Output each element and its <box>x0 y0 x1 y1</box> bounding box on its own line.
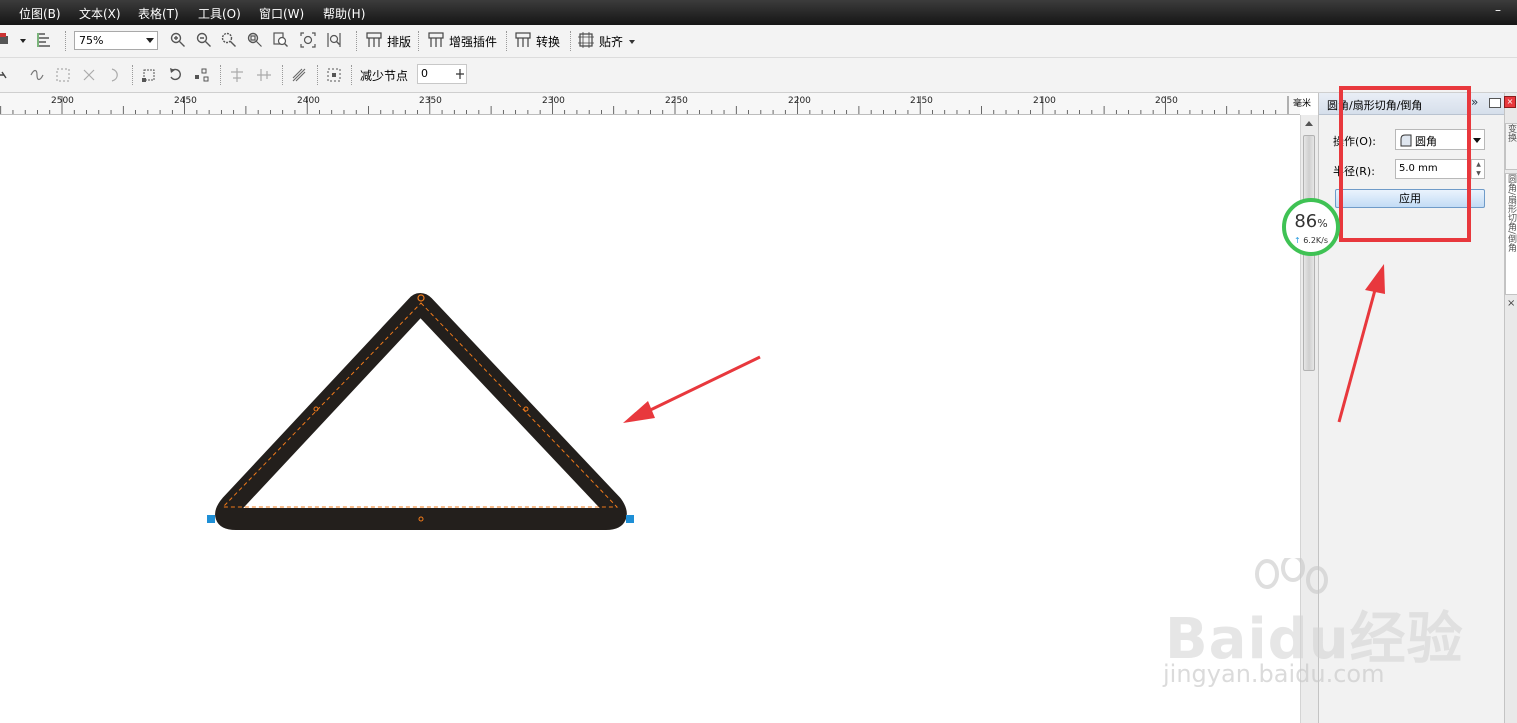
ruler-unit: 毫米 <box>1293 99 1312 109</box>
ruler-label: 2500 <box>51 96 74 106</box>
align-icon[interactable] <box>37 32 53 48</box>
speed-percent-sign: % <box>1317 217 1328 230</box>
menu-text[interactable]: 文本(X) <box>79 5 121 22</box>
speed-percent: 86% <box>1286 211 1336 232</box>
toolbar-separator <box>317 65 319 85</box>
align-nodes-horizontal-icon[interactable] <box>229 67 245 83</box>
select-all-nodes-icon[interactable] <box>326 67 342 83</box>
menu-help[interactable]: 帮助(H) <box>323 5 365 22</box>
chevron-down-icon <box>1473 138 1481 143</box>
snap-icon[interactable] <box>578 32 594 48</box>
reduce-nodes-label: 减少节点 <box>360 69 409 83</box>
ruler-label: 2450 <box>174 96 197 106</box>
radius-stepper[interactable]: ▲ ▼ <box>1471 160 1485 178</box>
toolbar-separator <box>570 31 572 51</box>
drawing-canvas[interactable] <box>0 115 1300 723</box>
toolbar-separator <box>220 65 222 85</box>
toolbar-separator <box>65 31 67 51</box>
layout-button[interactable]: 排版 <box>387 33 411 50</box>
ruler-label: 2050 <box>1155 96 1178 106</box>
annotation-arrow-panel <box>1337 264 1385 423</box>
zoom-all-icon[interactable] <box>247 32 263 48</box>
ruler-label: 2150 <box>910 96 933 106</box>
break-curve-icon[interactable] <box>55 67 71 83</box>
delete-segment-icon[interactable] <box>81 67 97 83</box>
rounded-triangle-shape[interactable] <box>215 293 627 530</box>
toolbar-separator <box>351 65 353 85</box>
reduce-nodes-value: 0 <box>421 67 428 80</box>
toolbar-overflow-icon[interactable] <box>628 38 644 54</box>
convert-icon[interactable] <box>515 32 531 48</box>
annotation-highlight-box <box>1339 86 1471 242</box>
print-icon[interactable] <box>0 33 12 49</box>
tab-transform[interactable]: 变换 <box>1505 123 1517 170</box>
docker-minimize-icon[interactable] <box>1489 98 1501 108</box>
chevron-down-icon <box>146 38 154 43</box>
property-bar: 减少节点 <box>0 58 1517 93</box>
convert-button[interactable]: 转换 <box>536 33 560 50</box>
align-nodes-vertical-icon[interactable] <box>256 67 272 83</box>
menu-tools[interactable]: 工具(O) <box>198 5 241 22</box>
standard-toolbar: 排版 增强插件 转换 贴齐 <box>0 25 1517 58</box>
toolbar-separator <box>132 65 134 85</box>
close-icon[interactable]: × <box>1504 96 1516 108</box>
reflect-nodes-icon[interactable] <box>291 67 307 83</box>
expand-icon[interactable]: » <box>1471 95 1478 109</box>
path-node-markers <box>313 294 529 522</box>
menu-bitmap[interactable]: 位图(B) <box>19 5 61 22</box>
join-nodes-icon[interactable] <box>29 67 45 83</box>
reduce-nodes-input[interactable]: 0 <box>417 64 467 84</box>
ruler-label: 2200 <box>788 96 811 106</box>
dropdown-arrow-icon[interactable] <box>19 35 35 51</box>
zoom-level-value: 75% <box>79 34 104 47</box>
tab-fillet[interactable]: 圆角/扇形切角/倒角 <box>1505 173 1517 295</box>
plugin-icon[interactable] <box>428 32 444 48</box>
docker-side-tabs: × 变换 圆角/扇形切角/倒角 × <box>1504 93 1517 723</box>
zoom-width-icon[interactable] <box>300 32 316 48</box>
ruler-label: 2350 <box>419 96 442 106</box>
toolbar-separator <box>506 31 508 51</box>
upload-arrow-icon: ↑ <box>1293 236 1301 245</box>
network-speed-widget[interactable]: 86% ↑ 6.2K/s <box>1282 198 1340 256</box>
watermark-url: jingyan.baidu.com <box>1163 660 1385 688</box>
minimize-icon[interactable]: – <box>1495 3 1501 17</box>
toolbar-separator <box>418 31 420 51</box>
tab-close-icon[interactable]: × <box>1507 298 1515 309</box>
curve-icon[interactable] <box>107 67 123 83</box>
rotate-icon[interactable] <box>168 67 184 83</box>
zoom-out-icon[interactable] <box>196 32 212 48</box>
extend-curve-icon[interactable] <box>141 67 157 83</box>
annotation-arrow-canvas <box>623 355 761 423</box>
speed-rate: ↑ 6.2K/s <box>1286 236 1336 245</box>
zoom-in-icon[interactable] <box>170 32 186 48</box>
canvas-drawing <box>207 293 761 530</box>
menu-bar: 位图(B) 文本(X) 表格(T) 工具(O) 窗口(W) 帮助(H) – <box>0 0 1517 25</box>
speed-rate-value: 6.2K/s <box>1303 236 1329 245</box>
shape-tool-icon[interactable] <box>0 67 10 83</box>
enhance-plugin-button[interactable]: 增强插件 <box>449 33 497 50</box>
zoom-level-select[interactable]: 75% <box>74 31 158 50</box>
scroll-up-icon[interactable] <box>1305 121 1313 126</box>
selection-handle-left[interactable] <box>207 515 215 523</box>
layout-icon[interactable] <box>366 32 382 48</box>
ruler-label: 2400 <box>297 96 320 106</box>
ruler-label: 2100 <box>1033 96 1056 106</box>
ruler-label: 2250 <box>665 96 688 106</box>
toolbar-separator <box>356 31 358 51</box>
selection-handle-right[interactable] <box>626 515 634 523</box>
ruler-label: 2300 <box>542 96 565 106</box>
menu-table[interactable]: 表格(T) <box>138 5 179 22</box>
zoom-selected-icon[interactable] <box>221 32 237 48</box>
speed-percent-value: 86 <box>1294 211 1318 232</box>
zoom-page-icon[interactable] <box>273 32 289 48</box>
horizontal-ruler: 2500 2450 2400 2350 2300 2250 2200 2150 … <box>0 93 1300 115</box>
snap-button[interactable]: 贴齐 <box>599 33 623 50</box>
scale-nodes-icon[interactable] <box>194 67 210 83</box>
toolbar-separator <box>282 65 284 85</box>
zoom-height-icon[interactable] <box>326 32 342 48</box>
menu-window[interactable]: 窗口(W) <box>259 5 304 22</box>
stepper-icon[interactable] <box>455 69 465 79</box>
